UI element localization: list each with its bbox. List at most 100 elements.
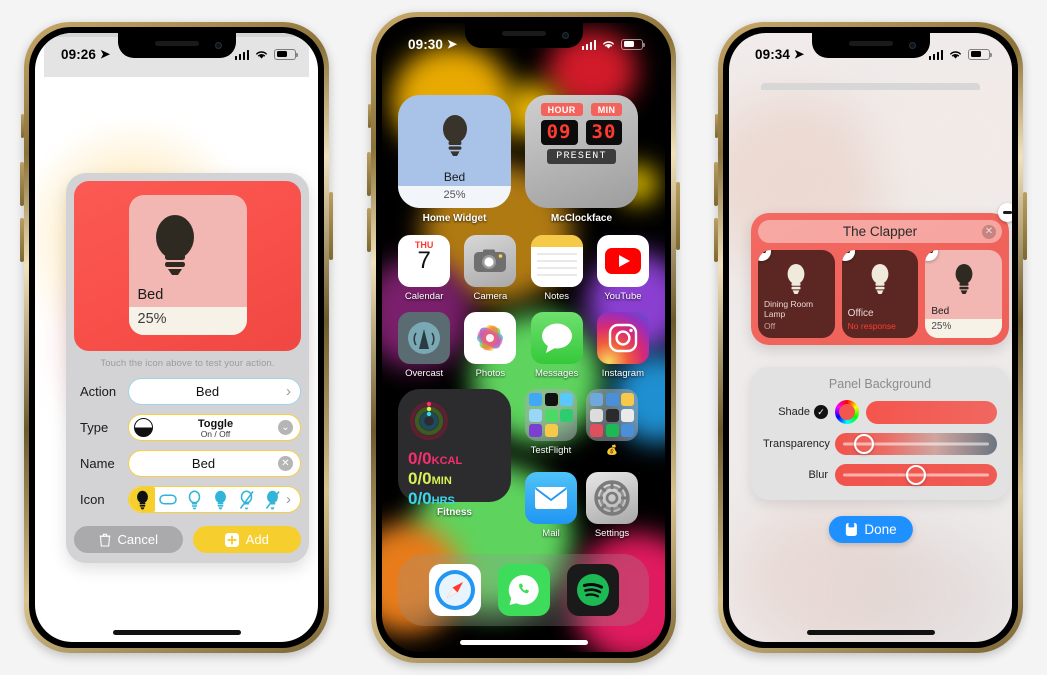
whatsapp-icon[interactable] bbox=[497, 564, 550, 616]
folder-testflight[interactable]: TestFlight bbox=[525, 389, 577, 456]
battery-icon bbox=[968, 48, 992, 60]
transparency-label: Transparency bbox=[763, 438, 830, 450]
lightbulb-filled-icon[interactable] bbox=[129, 487, 156, 512]
home-indicator[interactable] bbox=[459, 640, 588, 645]
app-settings[interactable]: Settings bbox=[586, 472, 638, 539]
action-select[interactable]: Bed › bbox=[128, 378, 301, 405]
power-button[interactable] bbox=[1023, 192, 1027, 260]
home-indicator[interactable] bbox=[112, 630, 241, 635]
power-button[interactable] bbox=[329, 192, 333, 260]
mute-switch[interactable] bbox=[715, 114, 718, 138]
home-widget-label: Home Widget bbox=[422, 213, 487, 224]
calendar-day: 7 bbox=[417, 247, 431, 274]
app-overcast[interactable]: Overcast bbox=[398, 312, 451, 379]
app-label: Calendar bbox=[404, 291, 444, 302]
clock-widget-label: McClockface bbox=[550, 213, 613, 224]
color-wheel-swatch[interactable] bbox=[835, 400, 859, 424]
chevron-right-icon[interactable]: › bbox=[286, 491, 300, 508]
earpiece-speaker bbox=[848, 41, 893, 46]
home-indicator[interactable] bbox=[806, 630, 935, 635]
app-mail[interactable]: Mail bbox=[525, 472, 577, 539]
volume-up-button[interactable] bbox=[367, 152, 371, 196]
lightbulb-outline-icon[interactable] bbox=[181, 489, 207, 510]
add-button[interactable]: Add bbox=[192, 526, 301, 553]
mcclockface-widget[interactable]: HOUR MIN 09 30 PRESENT bbox=[525, 95, 638, 208]
remove-panel-button[interactable] bbox=[998, 203, 1012, 222]
camera-icon bbox=[464, 235, 517, 287]
remove-tile-button[interactable] bbox=[758, 250, 771, 261]
home-widget-cell[interactable]: Bed 25% Home Widget bbox=[398, 95, 511, 224]
wifi-icon bbox=[603, 40, 614, 49]
add-label: Add bbox=[245, 532, 269, 547]
type-label: Type bbox=[80, 420, 109, 435]
blur-slider[interactable] bbox=[835, 464, 997, 486]
app-camera[interactable]: Camera bbox=[464, 235, 517, 302]
location-arrow-icon: ➤ bbox=[794, 47, 805, 61]
app-messages[interactable]: Messages bbox=[530, 312, 583, 379]
clapper-tile[interactable]: Dining Room Lamp Off bbox=[758, 250, 835, 338]
clapper-title-bar[interactable]: The Clapper ✕ bbox=[758, 220, 1002, 243]
icon-picker[interactable]: › bbox=[128, 486, 301, 513]
name-input[interactable]: Bed ✕ bbox=[128, 450, 301, 477]
type-select[interactable]: Toggle On / Off ⌄ bbox=[128, 414, 301, 441]
lightbulb-fill-blue-icon[interactable] bbox=[208, 490, 234, 510]
app-calendar[interactable]: THU 7 Calendar bbox=[398, 235, 451, 302]
safari-icon[interactable] bbox=[428, 564, 481, 616]
volume-down-button[interactable] bbox=[714, 218, 718, 262]
fitness-exercise: 0/0MIN bbox=[408, 468, 452, 488]
field-row-icon: Icon › bbox=[74, 486, 301, 513]
volume-down-button[interactable] bbox=[367, 208, 371, 252]
tile-name: Dining Room Lamp bbox=[764, 299, 814, 319]
close-icon[interactable]: ✕ bbox=[982, 224, 996, 239]
power-button[interactable] bbox=[676, 182, 680, 250]
action-preview[interactable]: Bed 25% bbox=[74, 181, 301, 351]
transparency-knob[interactable] bbox=[854, 434, 875, 454]
clear-icon[interactable]: ✕ bbox=[278, 456, 293, 471]
phone-3: 09:34 ➤ The Clapper ✕ Dining Room Lamp O… bbox=[714, 22, 1027, 653]
mute-switch[interactable] bbox=[368, 104, 371, 128]
app-instagram[interactable]: Instagram bbox=[596, 312, 649, 379]
remove-tile-button[interactable] bbox=[841, 250, 855, 261]
app-photos[interactable]: Photos bbox=[464, 312, 517, 379]
spotify-icon[interactable] bbox=[566, 564, 619, 616]
transparency-slider[interactable] bbox=[835, 433, 997, 455]
settings-gear-icon bbox=[586, 472, 638, 524]
volume-down-button[interactable] bbox=[20, 218, 24, 262]
home-widget[interactable]: Bed 25% bbox=[398, 95, 511, 208]
lightbulb-slash-fill-icon[interactable] bbox=[260, 490, 286, 510]
name-label: Name bbox=[80, 456, 115, 471]
toggle-halfdot-icon bbox=[134, 418, 153, 437]
cancel-label: Cancel bbox=[117, 532, 158, 547]
clapper-tile[interactable]: Bed 25% bbox=[925, 250, 1003, 338]
blur-knob[interactable] bbox=[906, 465, 926, 485]
chevron-down-icon[interactable]: ⌄ bbox=[278, 420, 293, 435]
preview-hint: Touch the icon above to test your action… bbox=[100, 358, 275, 369]
folder-money[interactable]: 💰 bbox=[586, 389, 638, 456]
present-button[interactable]: PRESENT bbox=[547, 149, 616, 164]
check-circle-icon[interactable]: ✓ bbox=[814, 405, 828, 419]
lightbulb-slash-outline-icon[interactable] bbox=[234, 489, 260, 510]
mute-switch[interactable] bbox=[21, 114, 24, 138]
shade-color-bar[interactable] bbox=[866, 400, 997, 424]
fitness-widget-cell[interactable]: 0/0KCAL 0/0MIN 0/0HRS Fitness bbox=[398, 389, 511, 539]
app-label: Instagram bbox=[601, 368, 644, 379]
capsule-outline-icon[interactable] bbox=[155, 494, 181, 505]
lightbulb-icon bbox=[784, 263, 808, 300]
preview-percent: 25% bbox=[128, 307, 247, 335]
volume-up-button[interactable] bbox=[20, 162, 24, 206]
preview-tile[interactable]: Bed 25% bbox=[128, 195, 247, 335]
volume-up-button[interactable] bbox=[714, 162, 718, 206]
clock-widget-cell[interactable]: HOUR MIN 09 30 PRESENT McClockface bbox=[525, 95, 638, 224]
fitness-widget[interactable]: 0/0KCAL 0/0MIN 0/0HRS bbox=[398, 389, 511, 508]
app-youtube[interactable]: YouTube bbox=[596, 235, 649, 302]
cancel-button[interactable]: Cancel bbox=[74, 526, 183, 553]
calendar-icon: THU 7 bbox=[398, 235, 451, 287]
lightbulb-icon bbox=[438, 113, 472, 162]
phone-2-screen: 09:30 ➤ Bed 25% Home Widget HOUR MIN 09 … bbox=[382, 23, 665, 652]
remove-tile-button[interactable] bbox=[925, 250, 939, 261]
tile-state: 25% bbox=[925, 319, 1003, 338]
clapper-tile[interactable]: Office No response bbox=[841, 250, 919, 338]
done-button[interactable]: Done bbox=[828, 516, 913, 543]
app-notes[interactable]: Notes bbox=[530, 235, 583, 302]
cellular-signal-icon bbox=[928, 49, 943, 60]
